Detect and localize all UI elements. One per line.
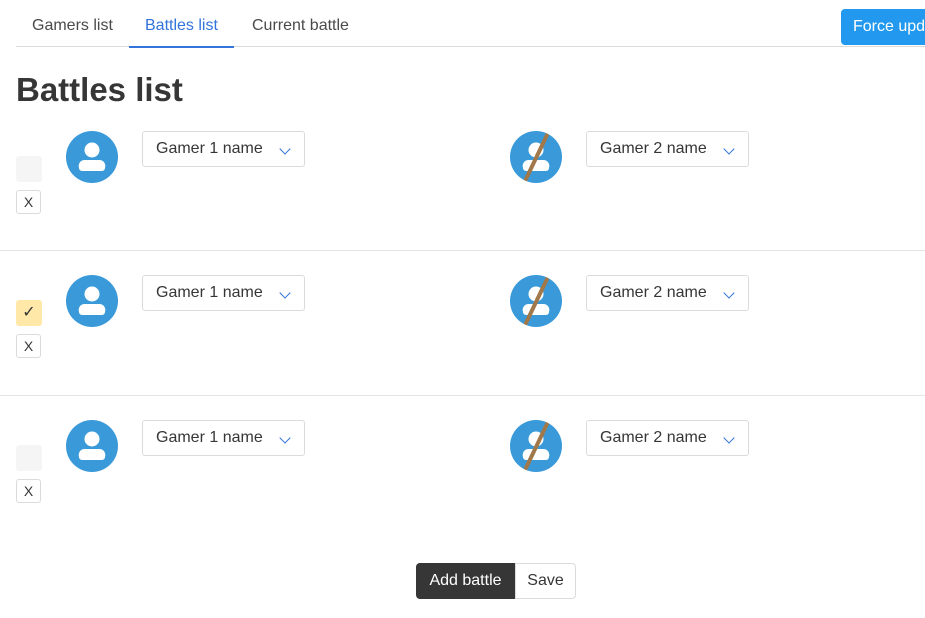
battle-row: X Gamer 1 name Gamer 2 name (0, 131, 925, 251)
delete-battle-button[interactable]: X (16, 190, 41, 214)
force-update-button[interactable]: Force upd (841, 9, 925, 45)
user-crossed-icon (510, 275, 562, 327)
battle-checkbox[interactable]: ✓ (16, 300, 42, 326)
chevron-down-icon (279, 432, 291, 444)
gamer2-select-value: Gamer 2 name (600, 429, 707, 446)
gamer1-select[interactable]: Gamer 1 name (142, 420, 305, 456)
user-icon (66, 420, 118, 472)
gamer1-select-value: Gamer 1 name (156, 140, 263, 157)
battle-checkbox[interactable] (16, 445, 42, 471)
chevron-down-icon (723, 143, 735, 155)
page-title: Battles list (16, 71, 183, 108)
tab-current-battle[interactable]: Current battle (236, 0, 365, 47)
user-crossed-icon (510, 420, 562, 472)
gamer1-select-value: Gamer 1 name (156, 429, 263, 446)
delete-battle-button[interactable]: X (16, 334, 41, 358)
gamer2-select-value: Gamer 2 name (600, 140, 707, 157)
gamer2-select[interactable]: Gamer 2 name (586, 131, 749, 167)
user-icon (66, 131, 118, 183)
gamer2-select[interactable]: Gamer 2 name (586, 420, 749, 456)
tab-gamers-list[interactable]: Gamers list (16, 0, 129, 47)
gamer1-select[interactable]: Gamer 1 name (142, 275, 305, 311)
gamer1-select-value: Gamer 1 name (156, 284, 263, 301)
gamer1-select[interactable]: Gamer 1 name (142, 131, 305, 167)
add-battle-button[interactable]: Add battle (416, 563, 515, 599)
tab-battles-list[interactable]: Battles list (129, 0, 234, 48)
chevron-down-icon (723, 432, 735, 444)
gamer2-select-value: Gamer 2 name (600, 284, 707, 301)
save-button[interactable]: Save (515, 563, 576, 599)
gamer2-select[interactable]: Gamer 2 name (586, 275, 749, 311)
user-icon (66, 275, 118, 327)
tab-bar: Gamers list Battles list Current battle (16, 0, 925, 48)
battle-checkbox[interactable] (16, 156, 42, 182)
battle-row: X Gamer 1 name Gamer 2 name (0, 420, 925, 520)
battle-row: ✓ X Gamer 1 name Gamer 2 name (0, 275, 925, 396)
chevron-down-icon (279, 143, 291, 155)
chevron-down-icon (279, 287, 291, 299)
user-crossed-icon (510, 131, 562, 183)
delete-battle-button[interactable]: X (16, 479, 41, 503)
chevron-down-icon (723, 287, 735, 299)
